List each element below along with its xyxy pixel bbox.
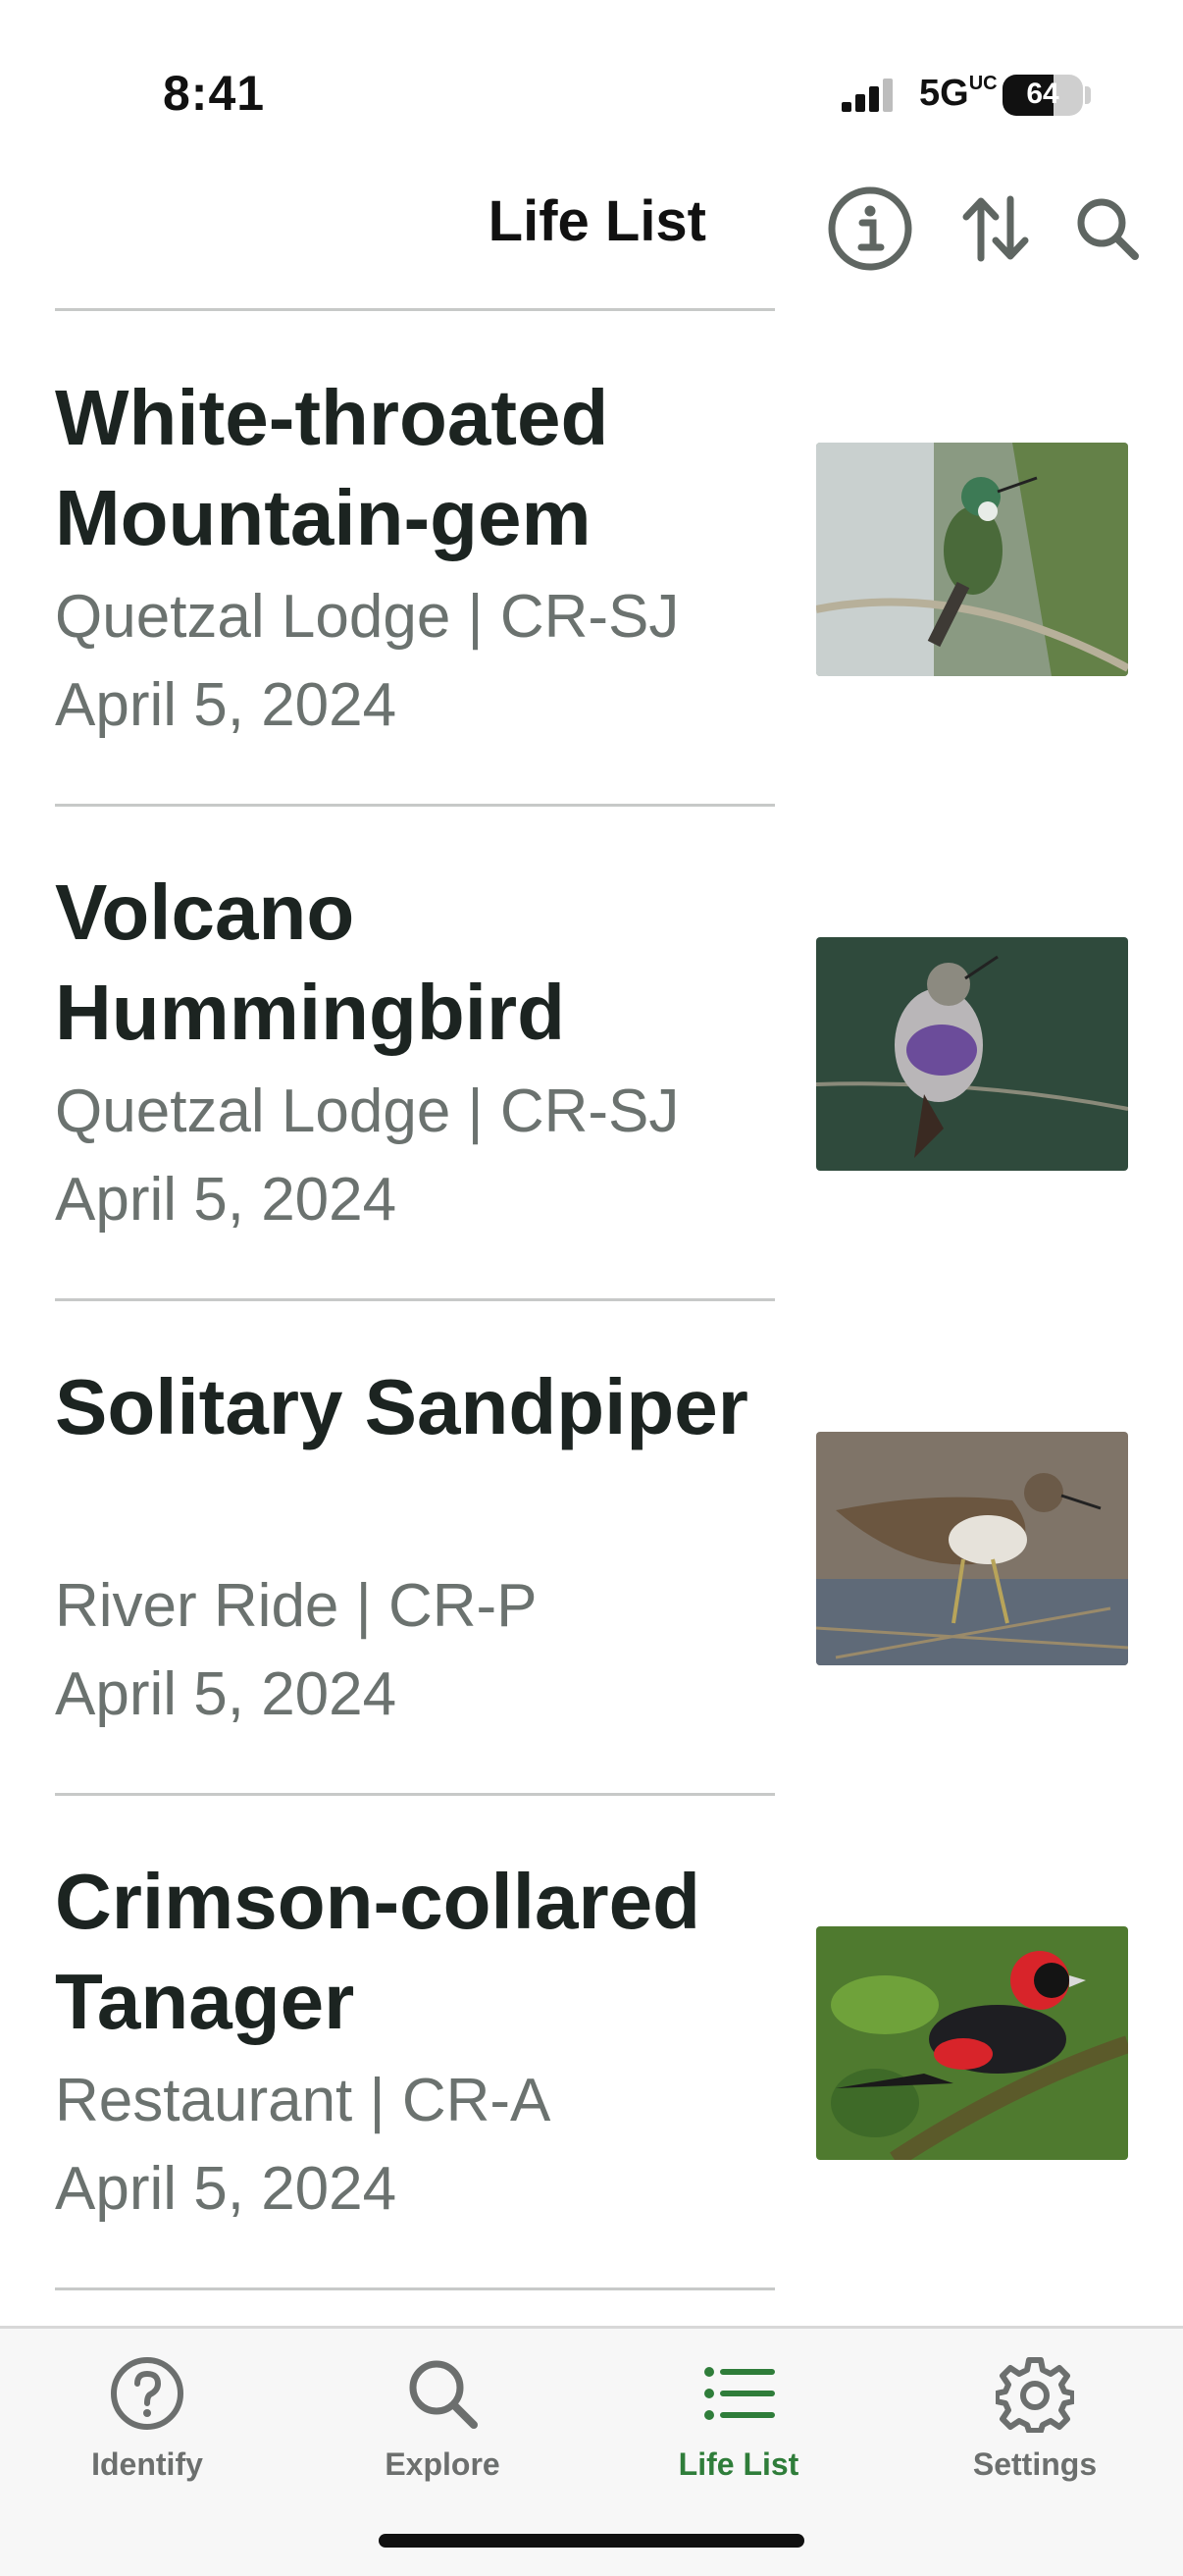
battery-tip <box>1085 86 1091 104</box>
info-button[interactable] <box>826 184 914 273</box>
tab-label: Settings <box>972 2446 1098 2482</box>
species-name: White-throated Mountain-gem <box>55 374 609 561</box>
info-icon <box>828 186 912 271</box>
species-name: Volcano Hummingbird <box>55 868 565 1056</box>
list-item[interactable]: Volcano Hummingbird Quetzal Lodge | CR-S… <box>55 806 1128 1296</box>
tab-identify[interactable]: Identify <box>0 2354 294 2501</box>
tab-explore[interactable]: Explore <box>295 2354 590 2501</box>
network-type: 5GUC <box>919 73 998 114</box>
sighting-location: Quetzal Lodge | CR-SJ <box>55 583 680 651</box>
sighting-date: April 5, 2024 <box>55 671 397 739</box>
list-item[interactable]: Solitary Sandpiper River Ride | CR-P Apr… <box>55 1300 1128 1791</box>
sighting-date: April 5, 2024 <box>55 2155 397 2223</box>
search-icon <box>409 2360 478 2429</box>
battery-percent: 64 <box>1026 78 1059 110</box>
sighting-location: River Ride | CR-P <box>55 1572 538 1640</box>
bird-photo <box>816 443 1128 676</box>
home-indicator <box>379 2534 804 2548</box>
search-button[interactable] <box>1063 184 1152 273</box>
list-item[interactable]: Crimson-collared Tanager Restaurant | CR… <box>55 1795 1128 2286</box>
list-icon <box>704 2367 775 2420</box>
bird-photo <box>816 1926 1128 2160</box>
tab-label: Explore <box>385 2446 500 2482</box>
sighting-location: Restaurant | CR-A <box>55 2067 551 2134</box>
species-name: Solitary Sandpiper <box>55 1363 748 1450</box>
tab-life-list[interactable]: Life List <box>592 2354 886 2501</box>
status-bar: 8:41 5GUC 64 <box>0 0 1183 147</box>
tab-settings[interactable]: Settings <box>888 2354 1182 2501</box>
search-icon <box>1077 198 1139 260</box>
gear-icon <box>996 2357 1074 2433</box>
species-name: Crimson-collared Tanager <box>55 1858 700 2045</box>
sort-button[interactable] <box>952 184 1040 273</box>
sighting-date: April 5, 2024 <box>55 1660 397 1728</box>
sighting-date: April 5, 2024 <box>55 1166 397 1234</box>
bird-photo <box>816 937 1128 1171</box>
battery-indicator: 64 <box>1003 75 1083 116</box>
bird-photo <box>816 1432 1128 1665</box>
tab-label: Life List <box>678 2446 799 2482</box>
page-title: Life List <box>488 189 706 253</box>
sort-icon <box>962 195 1029 262</box>
status-time: 8:41 <box>163 66 266 121</box>
help-circle-icon <box>111 2357 183 2430</box>
list-item[interactable]: White-throated Mountain-gem Quetzal Lodg… <box>55 311 1128 802</box>
sighting-location: Quetzal Lodge | CR-SJ <box>55 1078 680 1145</box>
tab-label: Identify <box>91 2446 203 2482</box>
cellular-signal-icon <box>842 79 893 112</box>
list-divider <box>55 2287 775 2290</box>
